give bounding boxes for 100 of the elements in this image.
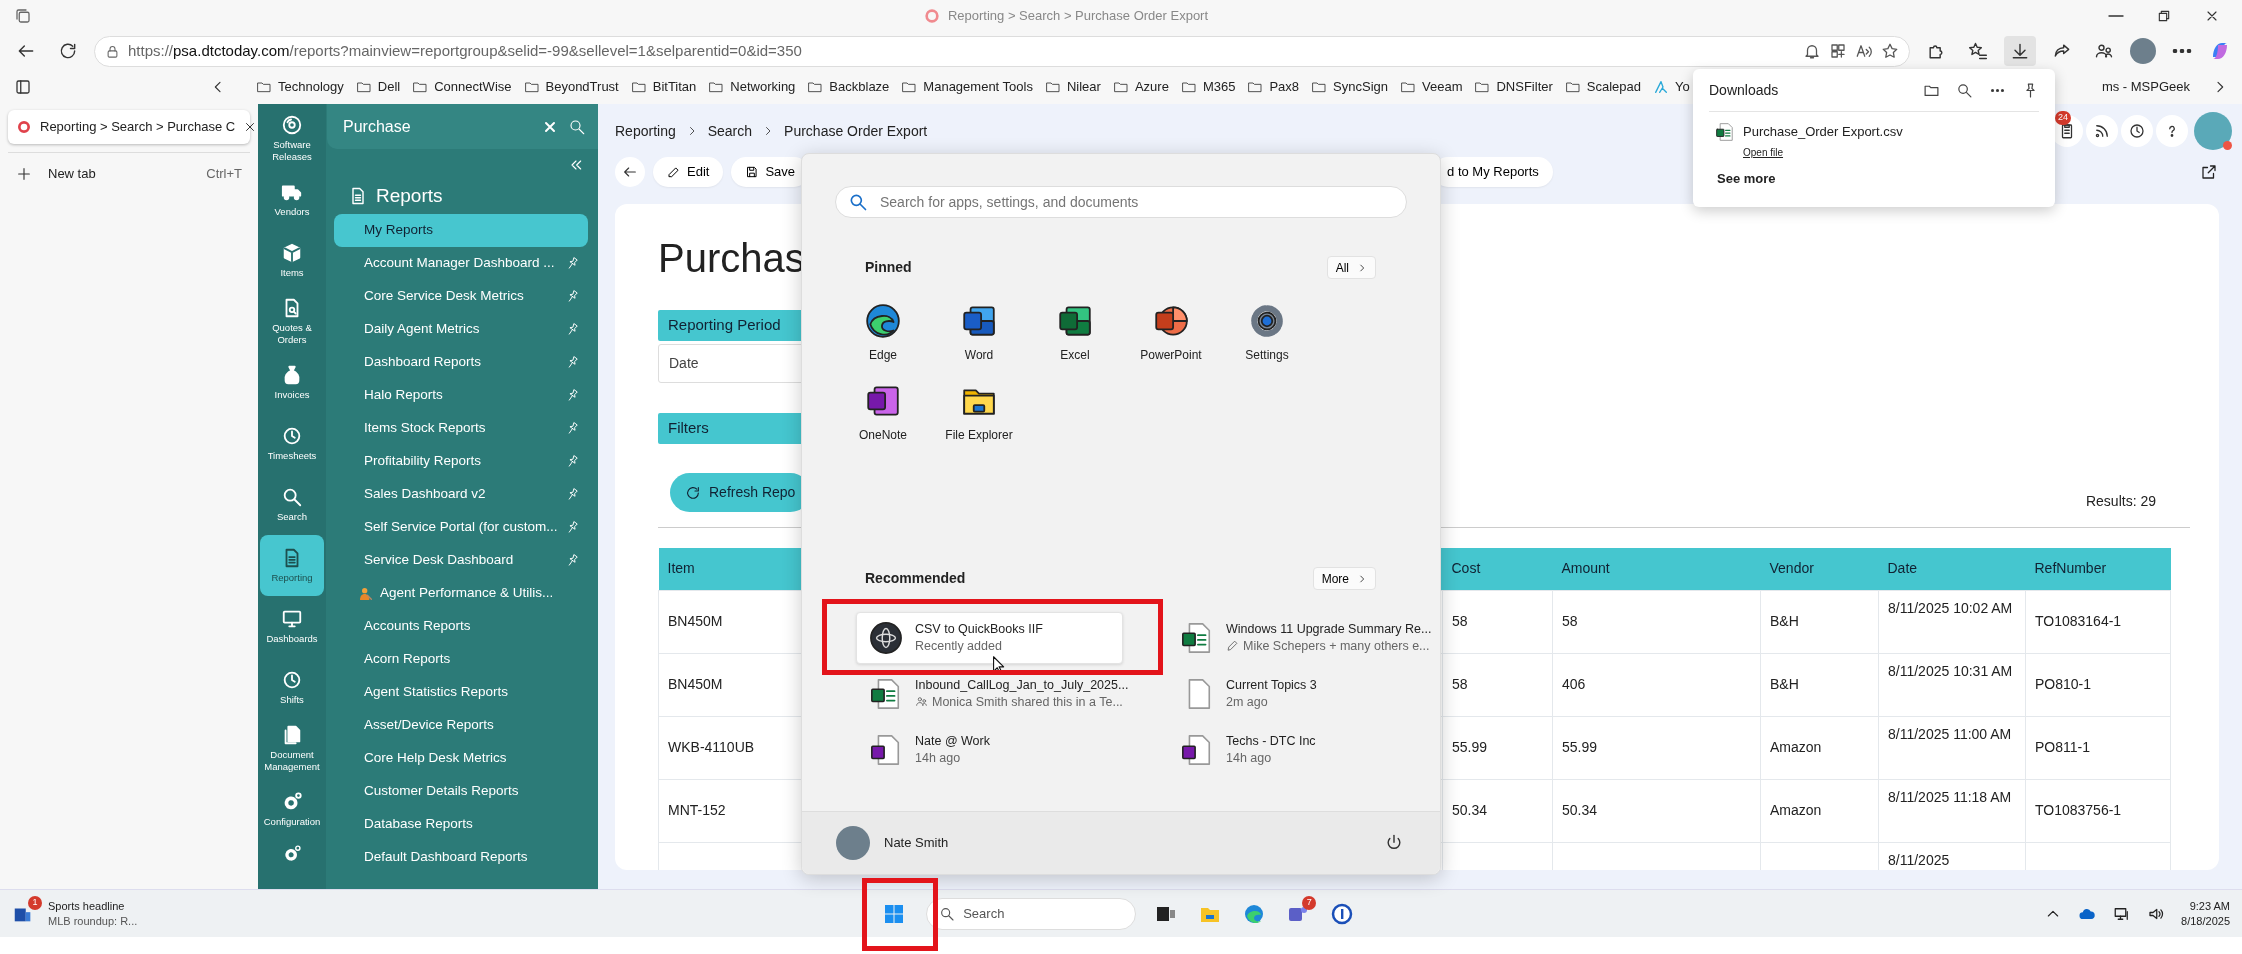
back-button[interactable]: [615, 157, 645, 187]
see-more-link[interactable]: See more: [1709, 169, 1776, 189]
profile-avatar[interactable]: [2130, 38, 2156, 64]
chat-app-button[interactable]: 7: [1278, 893, 1319, 934]
bookmark[interactable]: Technology: [256, 77, 344, 97]
rail-item[interactable]: Vendors: [260, 169, 324, 230]
address-bar[interactable]: https://psa.dtctoday.com/reports?mainview=reportgroup&selid=-99&sellevel=1&selparentid=0&id=350: [94, 35, 1910, 67]
nav-item[interactable]: Dashboard Reports: [334, 346, 588, 379]
breadcrumb-item[interactable]: Search: [707, 120, 753, 142]
notification-icon[interactable]: [1803, 42, 1821, 60]
nav-item[interactable]: Core Help Desk Metrics: [334, 742, 588, 775]
nav-item[interactable]: Service Desk Dashboard: [334, 544, 588, 577]
recommended-item[interactable]: Current Topics 3 2m ago: [1167, 668, 1445, 720]
nav-item[interactable]: My Reports: [334, 214, 588, 247]
sidebar-icon[interactable]: [14, 78, 32, 96]
rail-item[interactable]: Dashboards: [260, 596, 324, 657]
bookmark[interactable]: Scalepad: [1564, 77, 1642, 97]
search-icon[interactable]: [1956, 81, 1973, 99]
site-icon: [16, 119, 32, 135]
recommended-item[interactable]: Techs - DTC Inc 14h ago: [1167, 724, 1445, 776]
person-icon: [358, 585, 374, 602]
rail-item[interactable]: Reporting: [260, 535, 324, 596]
favorite-star-icon[interactable]: [1881, 42, 1899, 60]
site-icon: [1653, 79, 1670, 95]
bookmark[interactable]: Backblaze: [807, 77, 890, 97]
nav-item[interactable]: Customer Details Reports: [334, 775, 588, 808]
nav-item[interactable]: Self Service Portal (for custom...: [334, 511, 588, 544]
all-apps-button[interactable]: All: [1326, 256, 1376, 279]
user-avatar[interactable]: [2194, 112, 2232, 150]
nav-item[interactable]: Agent Statistics Reports: [334, 676, 588, 709]
nav-item[interactable]: Profitability Reports: [334, 445, 588, 478]
file-name[interactable]: Purchase_Order Export.csv: [1743, 122, 1903, 142]
folder-icon: [708, 79, 725, 95]
rail-item[interactable]: Quotes & Orders: [260, 291, 324, 352]
bookmark[interactable]: Nilear: [1044, 77, 1101, 97]
bookmark[interactable]: ms - MSPGeek: [2101, 77, 2190, 97]
bookmark[interactable]: Azure: [1112, 77, 1169, 97]
teams-badge: 7: [1302, 895, 1317, 910]
bookmark[interactable]: SyncSign: [1311, 77, 1388, 97]
news-widget[interactable]: Sports headline MLB roundup: R...: [48, 899, 138, 928]
nav-item[interactable]: Items Stock Reports: [334, 412, 588, 445]
panel-title: Downloads: [1709, 80, 1780, 100]
start-search-field[interactable]: Search for apps, settings, and documents: [878, 190, 1394, 214]
bookmark[interactable]: Yo: [1653, 77, 1690, 97]
taskbar-search-field[interactable]: Search: [926, 897, 1137, 930]
downloads-button[interactable]: [2004, 36, 2036, 66]
nav-search-field[interactable]: Purchase: [327, 104, 598, 149]
table-cell: 406: [1552, 653, 1761, 716]
nav-item[interactable]: Agent Performance & Utilis...: [334, 577, 588, 610]
bookmark[interactable]: Networking: [708, 77, 796, 97]
nav-item[interactable]: Account Manager Dashboard ...: [334, 247, 588, 280]
toolbar-button[interactable]: Edit: [653, 157, 724, 187]
clock[interactable]: 9:23 AM 8/18/2025: [2181, 898, 2230, 929]
rss-button[interactable]: [2086, 115, 2118, 147]
nav-item[interactable]: Accounts Reports: [334, 610, 588, 643]
nav-item[interactable]: Asset/Device Reports: [334, 709, 588, 742]
rail-item[interactable]: Invoices: [260, 352, 324, 413]
results-count: Results: 29: [2085, 492, 2156, 511]
breadcrumb-item[interactable]: Reporting: [615, 120, 676, 142]
tab-actions-icon[interactable]: [14, 7, 32, 25]
gear-icon: [1248, 302, 1286, 340]
nav-item[interactable]: Database Reports: [334, 808, 588, 841]
open-file-link[interactable]: Open file: [1743, 146, 1784, 158]
nav-item[interactable]: Default Dashboard Reports: [334, 841, 588, 874]
nav-item[interactable]: Halo Reports: [334, 379, 588, 412]
rail-item[interactable]: Configuration: [260, 779, 324, 840]
bookmark[interactable]: Pax8: [1247, 77, 1300, 97]
bookmark[interactable]: M365: [1180, 77, 1236, 97]
bookmark[interactable]: Dell: [355, 77, 401, 97]
search-icon: [939, 905, 956, 922]
bookmark[interactable]: BitTitan: [630, 77, 697, 97]
bookmark[interactable]: DNSFilter: [1474, 77, 1553, 97]
rail-item[interactable]: Items: [260, 230, 324, 291]
table-cell: B&H: [1760, 590, 1879, 653]
user-avatar[interactable]: [836, 826, 870, 860]
external-link-icon[interactable]: [2200, 163, 2218, 181]
app-grid-icon[interactable]: [1829, 42, 1847, 60]
start-search-box[interactable]: Search for apps, settings, and documents: [835, 186, 1407, 218]
bookmark[interactable]: Management Tools: [901, 77, 1033, 97]
rail-item[interactable]: Timesheets: [260, 413, 324, 474]
nav-item[interactable]: Core Service Desk Metrics: [334, 280, 588, 313]
nav-item[interactable]: Acorn Reports: [334, 643, 588, 676]
search-icon[interactable]: [568, 117, 586, 136]
rail-item[interactable]: Search: [260, 474, 324, 535]
read-aloud-icon[interactable]: [1855, 42, 1873, 60]
rail-item[interactable]: Software Releases: [260, 108, 324, 169]
report-title: Purchas: [658, 235, 805, 282]
nav-item[interactable]: Daily Agent Metrics: [334, 313, 588, 346]
recommended-item[interactable]: Windows 11 Upgrade Summary Re... Mike Schepers + many others e...: [1167, 612, 1445, 664]
recommended-item[interactable]: CSV to QuickBooks IIF Recently added: [856, 612, 1123, 664]
table-cell: 50.34: [1442, 779, 1553, 842]
bookmark[interactable]: BeyondTrust: [523, 77, 619, 97]
nav-item[interactable]: Sales Dashboard v2: [334, 478, 588, 511]
rail-item[interactable]: Shifts: [260, 657, 324, 718]
new-tab-button[interactable]: New tab Ctrl+T: [8, 159, 250, 189]
rail-item[interactable]: Document Management: [260, 718, 324, 779]
more-button[interactable]: More: [1312, 567, 1376, 590]
bookmark[interactable]: Veeam: [1400, 77, 1463, 97]
history-button[interactable]: [2121, 115, 2153, 147]
bookmark[interactable]: ConnectWise: [412, 77, 512, 97]
